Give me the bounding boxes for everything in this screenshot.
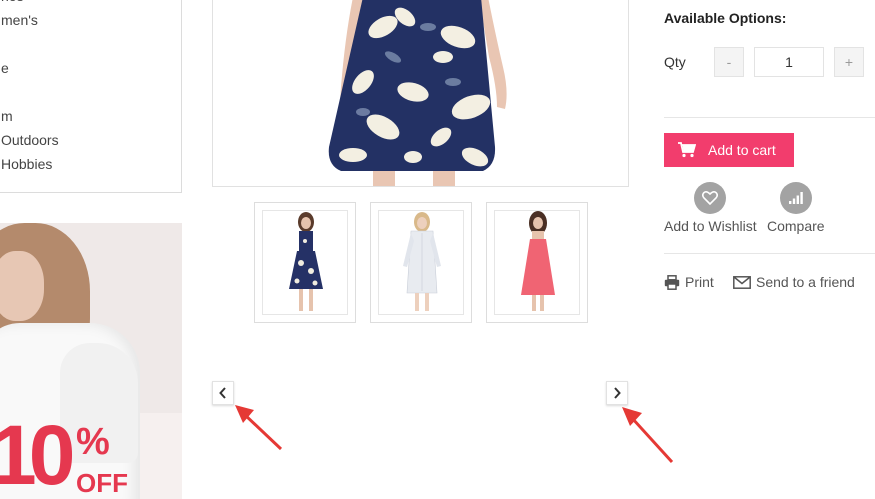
annotation-arrow-right <box>622 407 674 464</box>
annotation-arrow-left <box>235 405 283 451</box>
main-product-image[interactable] <box>212 0 629 187</box>
divider <box>664 117 875 118</box>
thumbnail-coral-dress[interactable] <box>486 202 588 323</box>
compare-link[interactable]: Compare <box>767 218 825 234</box>
send-to-friend-link[interactable]: Send to a friend <box>733 274 855 290</box>
chevron-left-icon <box>219 387 226 399</box>
thumbnail-image <box>494 210 580 315</box>
add-to-cart-button[interactable]: Add to cart <box>664 133 794 167</box>
bar-chart-icon <box>789 192 803 204</box>
qty-input[interactable] <box>754 47 824 77</box>
category-item[interactable]: Hobbies <box>1 156 52 172</box>
add-to-cart-label: Add to cart <box>708 142 776 158</box>
thumbnail-floral-dress[interactable] <box>254 202 356 323</box>
divider <box>664 253 875 254</box>
wishlist-link[interactable]: Add to Wishlist <box>664 218 757 234</box>
qty-increase-button[interactable]: + <box>834 47 864 77</box>
print-label: Print <box>685 274 714 290</box>
thumbnail-shirt-dress[interactable] <box>370 202 472 323</box>
envelope-icon <box>733 275 751 289</box>
category-item[interactable]: e <box>1 60 9 76</box>
next-arrow-button[interactable] <box>606 381 628 405</box>
category-item[interactable]: Outdoors <box>1 132 59 148</box>
heart-icon <box>702 191 718 205</box>
qty-decrease-button[interactable]: - <box>714 47 744 77</box>
category-list: hes men's e m Outdoors Hobbies <box>0 0 182 193</box>
promo-banner[interactable]: 10 % OFF <box>0 223 182 499</box>
printer-icon <box>664 274 680 290</box>
dress-illustration <box>328 0 507 186</box>
available-options-title: Available Options: <box>664 10 787 26</box>
category-item[interactable]: men's <box>1 12 38 28</box>
thumbnail-image <box>378 210 464 315</box>
banner-percent-sign: % <box>76 421 110 463</box>
compare-button[interactable] <box>780 182 812 214</box>
cart-icon <box>678 142 696 158</box>
send-to-friend-label: Send to a friend <box>756 274 855 290</box>
category-item[interactable]: m <box>1 108 13 124</box>
category-item[interactable]: hes <box>1 0 24 4</box>
thumbnail-image <box>262 210 348 315</box>
banner-discount-number: 10 <box>0 408 75 499</box>
print-link[interactable]: Print <box>664 274 714 290</box>
wishlist-button[interactable] <box>694 182 726 214</box>
banner-model-face <box>0 251 44 321</box>
chevron-right-icon <box>614 387 621 399</box>
qty-label: Qty <box>664 54 686 70</box>
previous-arrow-button[interactable] <box>212 381 234 405</box>
banner-off-label: OFF <box>76 468 128 498</box>
